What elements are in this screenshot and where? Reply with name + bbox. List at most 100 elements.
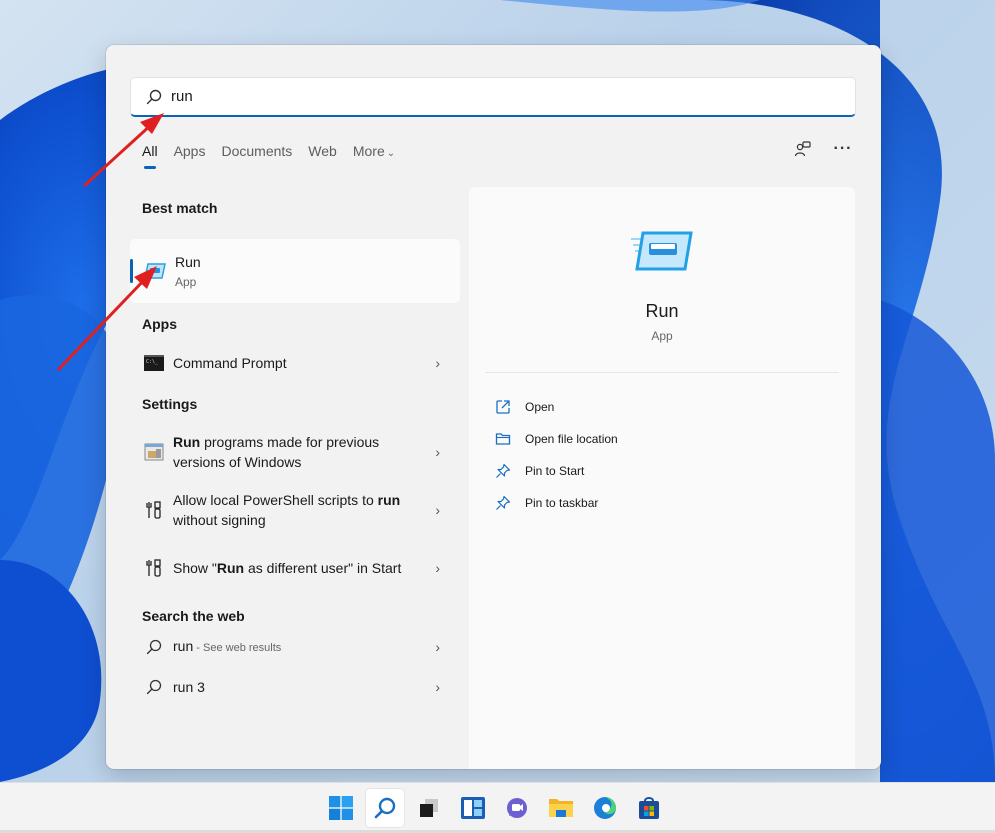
action-open[interactable]: Open bbox=[495, 391, 618, 423]
selection-indicator bbox=[130, 259, 133, 283]
web-query: run bbox=[173, 638, 194, 654]
microsoft-store-icon bbox=[639, 797, 659, 819]
result-label: run - See web results bbox=[173, 636, 413, 658]
search-box[interactable] bbox=[130, 77, 856, 117]
tab-apps[interactable]: Apps bbox=[174, 141, 206, 165]
developer-settings-icon bbox=[144, 500, 164, 520]
chevron-right-icon: › bbox=[435, 444, 440, 460]
taskbar-file-explorer-button[interactable] bbox=[542, 789, 580, 827]
tab-label: More bbox=[352, 143, 385, 159]
best-match-run[interactable]: Run App bbox=[130, 239, 460, 303]
connected-accounts-button[interactable] bbox=[793, 139, 813, 159]
chevron-right-icon: › bbox=[435, 355, 440, 371]
result-command-prompt[interactable]: C:\_ Command Prompt › bbox=[130, 343, 460, 383]
detail-actions: Open Open file location Pin to Start Pin… bbox=[495, 391, 618, 519]
action-label: Open bbox=[525, 400, 555, 414]
chevron-right-icon: › bbox=[435, 502, 440, 518]
action-pin-to-taskbar[interactable]: Pin to taskbar bbox=[495, 487, 618, 519]
result-web-run[interactable]: run - See web results › bbox=[130, 627, 460, 667]
detail-app-type: App bbox=[651, 329, 673, 343]
match-highlight: run bbox=[377, 492, 401, 508]
tab-all[interactable]: All bbox=[142, 141, 158, 169]
teams-chat-icon bbox=[507, 798, 527, 818]
match-highlight: Run bbox=[216, 560, 245, 576]
result-run-as-settings[interactable]: Show "Run as different user" in Start › bbox=[130, 539, 460, 597]
tab-label: Web bbox=[308, 143, 337, 159]
section-best-match-title: Best match bbox=[142, 200, 218, 216]
chevron-right-icon: › bbox=[435, 560, 440, 576]
tab-label: Apps bbox=[173, 143, 206, 159]
tab-web[interactable]: Web bbox=[308, 141, 337, 165]
label-pre: Allow local PowerShell scripts to bbox=[173, 492, 378, 508]
pin-icon bbox=[496, 495, 511, 510]
open-external-icon bbox=[496, 400, 510, 414]
action-label: Pin to Start bbox=[525, 464, 585, 478]
match-highlight: Run bbox=[173, 434, 201, 450]
taskbar-edge-button[interactable] bbox=[586, 789, 624, 827]
tab-label: All bbox=[142, 143, 158, 159]
compatibility-icon bbox=[144, 442, 164, 462]
tab-more[interactable]: More ⌄ bbox=[353, 141, 395, 165]
search-icon bbox=[146, 89, 162, 104]
search-icon bbox=[374, 797, 396, 819]
section-apps-title: Apps bbox=[142, 316, 177, 332]
windows-logo-icon bbox=[329, 796, 353, 820]
label-pre: Show " bbox=[173, 560, 217, 576]
chevron-right-icon: › bbox=[435, 679, 440, 695]
tab-label: Documents bbox=[221, 143, 293, 159]
result-powershell-settings[interactable]: Allow local PowerShell scripts to run wi… bbox=[130, 481, 460, 539]
widgets-icon bbox=[461, 797, 485, 819]
developer-settings-icon bbox=[144, 558, 164, 578]
taskbar-widgets-button[interactable] bbox=[454, 789, 492, 827]
taskbar-chat-button[interactable] bbox=[498, 789, 536, 827]
detail-app-name: Run bbox=[645, 301, 679, 321]
chevron-right-icon: › bbox=[435, 639, 440, 655]
label-rest: as different user" in Start bbox=[244, 560, 402, 576]
result-web-run-3[interactable]: run 3 › bbox=[130, 667, 460, 707]
connected-accounts-icon bbox=[794, 141, 811, 157]
folder-icon bbox=[495, 433, 511, 445]
result-compat-settings[interactable]: Run programs made for previous versions … bbox=[130, 423, 460, 481]
panel-toolbar: ··· bbox=[793, 139, 853, 159]
taskbar-store-button[interactable] bbox=[630, 789, 668, 827]
taskbar-items bbox=[322, 789, 674, 827]
section-web-title: Search the web bbox=[142, 608, 245, 624]
more-options-icon: ··· bbox=[833, 140, 853, 157]
web-suffix: - See web results bbox=[193, 642, 282, 654]
svg-text:C:\_: C:\_ bbox=[146, 359, 159, 365]
action-label: Pin to taskbar bbox=[525, 496, 599, 510]
filter-tabs: All Apps Documents Web More ⌄ bbox=[142, 141, 411, 169]
action-pin-to-start[interactable]: Pin to Start bbox=[495, 455, 618, 487]
best-match-title: Run bbox=[175, 253, 201, 270]
result-label: Allow local PowerShell scripts to run wi… bbox=[173, 490, 413, 530]
label-rest: without signing bbox=[173, 512, 266, 528]
result-label: Run programs made for previous versions … bbox=[173, 432, 413, 472]
result-label: Show "Run as different user" in Start bbox=[173, 558, 413, 578]
label-rest: programs made for previous versions of W… bbox=[173, 434, 380, 470]
results-list: Best match Run App Apps C:\_ Command Pro… bbox=[130, 185, 462, 707]
edge-browser-icon bbox=[594, 797, 616, 819]
result-label: Command Prompt bbox=[173, 355, 287, 371]
search-panel: All Apps Documents Web More⌄ ··· Best ma… bbox=[106, 45, 881, 769]
action-open-file-location[interactable]: Open file location bbox=[495, 423, 618, 455]
search-icon bbox=[144, 637, 164, 657]
task-view-icon bbox=[420, 799, 438, 817]
taskbar bbox=[0, 782, 995, 833]
taskbar-start-button[interactable] bbox=[322, 789, 360, 827]
run-app-icon bbox=[144, 263, 166, 279]
tab-documents[interactable]: Documents bbox=[221, 141, 292, 165]
taskbar-search-button[interactable] bbox=[366, 789, 404, 827]
detail-pane: Run App Open Open file location Pin to S… bbox=[469, 187, 855, 769]
more-options-button[interactable]: ··· bbox=[833, 139, 853, 159]
chevron-down-icon: ⌄ bbox=[386, 148, 396, 159]
section-settings-title: Settings bbox=[142, 396, 198, 412]
best-match-subtitle: App bbox=[175, 274, 197, 289]
result-label: run 3 bbox=[173, 679, 205, 695]
taskbar-task-view-button[interactable] bbox=[410, 789, 448, 827]
detail-divider bbox=[485, 372, 839, 373]
pin-icon bbox=[496, 463, 511, 478]
file-explorer-icon bbox=[549, 799, 573, 817]
search-input[interactable] bbox=[171, 88, 771, 105]
command-prompt-icon: C:\_ bbox=[144, 353, 164, 373]
action-label: Open file location bbox=[525, 432, 618, 446]
